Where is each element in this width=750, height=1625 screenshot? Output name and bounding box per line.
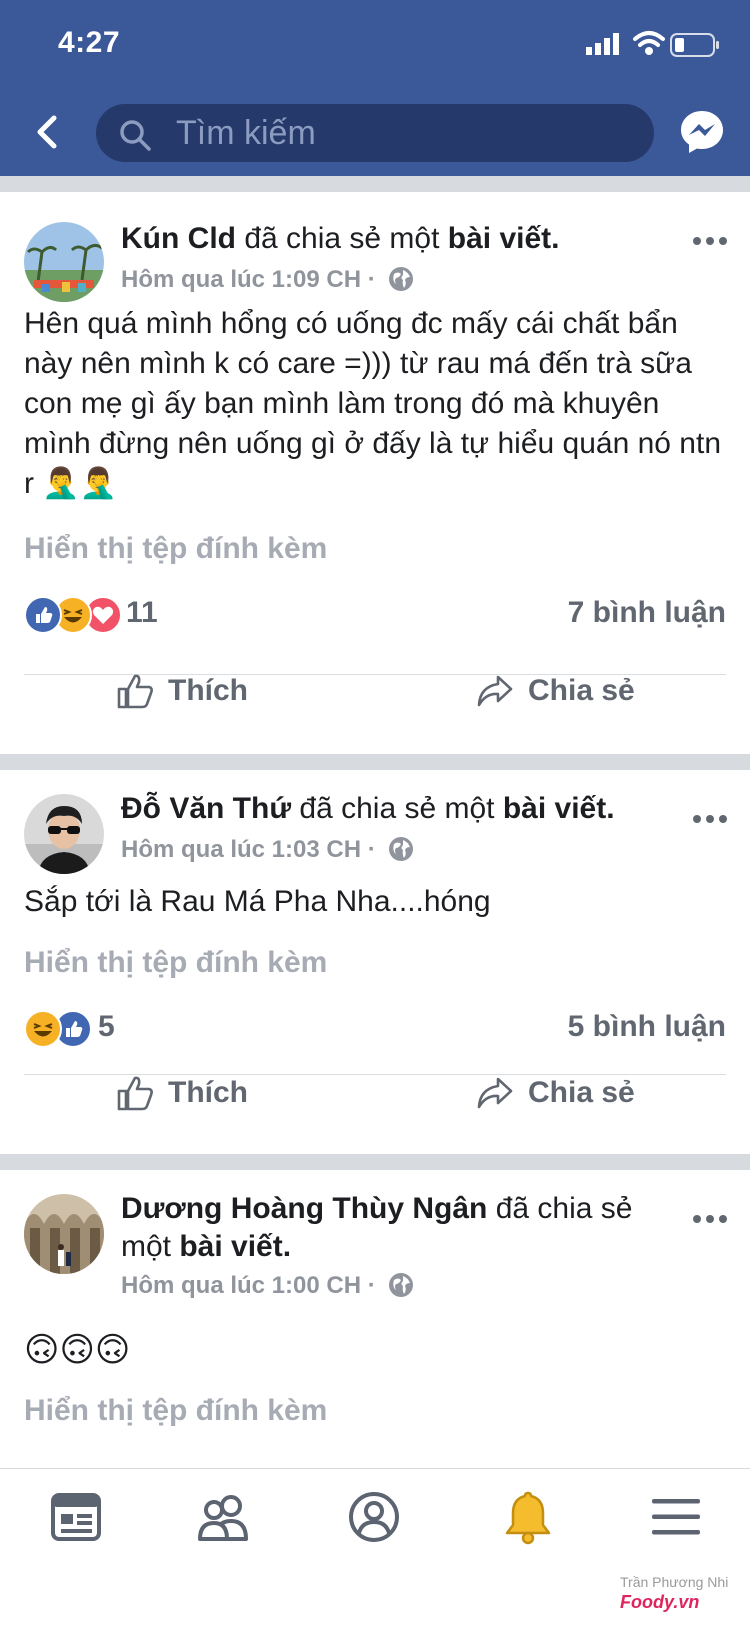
wifi-icon <box>633 31 665 55</box>
thumbs-up-icon <box>117 1076 153 1111</box>
post-time[interactable]: Hôm qua lúc 1:00 CH <box>121 1272 361 1299</box>
friends-icon[interactable] <box>196 1489 252 1545</box>
menu-icon[interactable] <box>648 1489 704 1545</box>
avatar[interactable] <box>24 1194 104 1274</box>
share-icon <box>477 675 513 707</box>
show-attachment-link[interactable]: Hiển thị tệp đính kèm <box>24 532 327 566</box>
share-button[interactable]: Chia sẻ <box>476 1074 656 1114</box>
share-action-text: đã chia sẻ một <box>291 792 503 825</box>
avatar-photo <box>24 794 104 874</box>
post-link[interactable]: bài viết. <box>503 792 615 825</box>
author-name[interactable]: Đỗ Văn Thứ <box>121 792 291 825</box>
profile-icon[interactable] <box>346 1489 402 1545</box>
post-meta: Hôm qua lúc 1:00 CH · <box>121 1272 414 1300</box>
search-placeholder: Tìm kiếm <box>176 114 316 152</box>
comment-count[interactable]: 5 bình luận <box>568 1010 726 1044</box>
watermark-author: Trần Phương Nhi <box>620 1574 729 1590</box>
like-button[interactable]: Thích <box>116 672 296 712</box>
meta-separator: · <box>367 266 376 293</box>
author-name[interactable]: Kún Cld <box>121 222 236 255</box>
share-icon <box>477 1077 513 1109</box>
post-header: Đỗ Văn Thứ đã chia sẻ một bài viết. <box>121 790 681 828</box>
back-icon[interactable] <box>30 112 66 152</box>
cellular-signal-icon <box>586 33 619 55</box>
haha-reaction-icon <box>24 1010 62 1048</box>
feed-post: Đỗ Văn Thứ đã chia sẻ một bài viết. Hôm … <box>0 770 750 1154</box>
search-icon <box>120 120 151 151</box>
more-options-icon[interactable] <box>692 236 728 246</box>
share-button[interactable]: Chia sẻ <box>476 672 656 712</box>
avatar-photo <box>24 1194 104 1274</box>
share-action-text: đã chia sẻ một <box>235 222 448 255</box>
globe-icon <box>389 267 414 291</box>
avatar[interactable] <box>24 222 104 302</box>
post-time[interactable]: Hôm qua lúc 1:03 CH <box>121 836 361 863</box>
post-text: 🙃🙃🙃 <box>24 1331 131 1369</box>
top-nav-bar: Tìm kiếm <box>0 90 750 176</box>
share-label: Chia sẻ <box>528 1076 635 1109</box>
notifications-bell-icon[interactable] <box>500 1489 556 1545</box>
feed-post: Dương Hoàng Thùy Ngân đã chia sẻ một bài… <box>0 1170 750 1468</box>
like-label: Thích <box>168 1076 248 1109</box>
reaction-summary[interactable]: 5 <box>24 1010 184 1048</box>
watermark-brand: Foody.vn <box>620 1592 700 1612</box>
author-name[interactable]: Dương Hoàng Thùy Ngân <box>121 1192 487 1225</box>
meta-separator: · <box>367 1272 376 1299</box>
like-reaction-icon <box>24 596 62 634</box>
post-text: Sắp tới là Rau Má Pha Nha....hóng <box>24 885 491 918</box>
post-text: Hên quá mình hổng có uống đc mấy cái chấ… <box>24 307 722 500</box>
share-label: Chia sẻ <box>528 674 635 707</box>
feed-post: Kún Cld đã chia sẻ một bài viết. Hôm qua… <box>0 192 750 754</box>
feed-divider <box>0 754 750 770</box>
post-meta: Hôm qua lúc 1:09 CH · <box>121 266 414 294</box>
reaction-summary[interactable]: 11 <box>24 596 224 634</box>
post-header: Kún Cld đã chia sẻ một bài viết. <box>121 220 681 258</box>
reaction-count: 11 <box>126 596 158 629</box>
feed-divider <box>0 176 750 192</box>
feed-divider <box>0 1154 750 1170</box>
reaction-count: 5 <box>98 1010 115 1043</box>
status-time: 4:27 <box>58 26 121 59</box>
globe-icon <box>389 837 414 861</box>
show-attachment-link[interactable]: Hiển thị tệp đính kèm <box>24 1394 327 1428</box>
post-link[interactable]: bài viết. <box>448 222 560 255</box>
post-meta: Hôm qua lúc 1:03 CH · <box>121 836 414 864</box>
messenger-icon[interactable] <box>678 108 726 156</box>
status-bar: 4:27 <box>0 0 750 90</box>
post-header: Dương Hoàng Thùy Ngân đã chia sẻ một bài… <box>121 1190 661 1266</box>
search-input[interactable]: Tìm kiếm <box>96 104 654 162</box>
post-link[interactable]: bài viết. <box>179 1230 291 1263</box>
globe-icon <box>389 1273 414 1297</box>
meta-separator: · <box>367 836 376 863</box>
news-feed-icon[interactable] <box>48 1489 104 1545</box>
comment-count[interactable]: 7 bình luận <box>568 596 726 630</box>
avatar[interactable] <box>24 794 104 874</box>
show-attachment-link[interactable]: Hiển thị tệp đính kèm <box>24 946 327 980</box>
thumbs-up-icon <box>117 674 153 709</box>
post-time[interactable]: Hôm qua lúc 1:09 CH <box>121 266 361 293</box>
more-options-icon[interactable] <box>692 1214 728 1224</box>
more-options-icon[interactable] <box>692 814 728 824</box>
avatar-photo <box>24 222 104 302</box>
like-button[interactable]: Thích <box>116 1074 296 1114</box>
like-label: Thích <box>168 674 248 707</box>
battery-icon <box>670 33 719 57</box>
